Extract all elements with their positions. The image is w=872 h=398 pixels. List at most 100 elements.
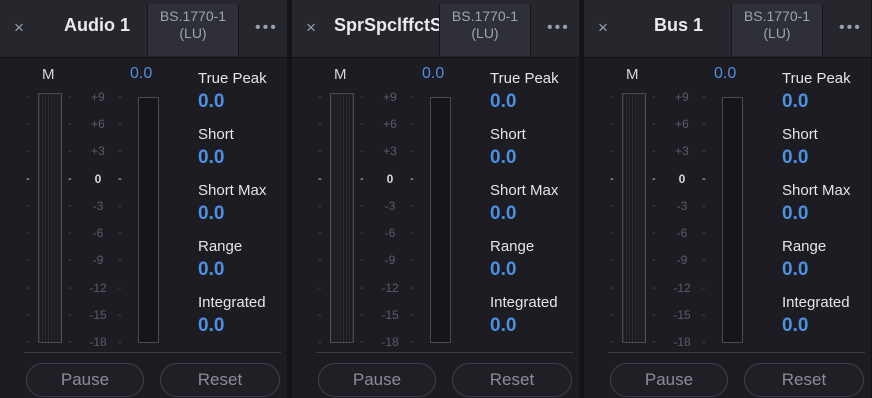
short-label: Short bbox=[198, 126, 234, 143]
scale-tick: - bbox=[118, 309, 122, 321]
meter-panel: × SprSpclffctS BS.1770-1 (LU) ••• M 0.0- - - +9- -… bbox=[292, 0, 579, 398]
scale-tick: - bbox=[652, 91, 656, 103]
scale-tick: - bbox=[26, 309, 30, 321]
scale-label: -9 bbox=[676, 253, 688, 267]
scale-tick: - bbox=[26, 200, 30, 212]
integrated-value: 0.0 bbox=[198, 315, 225, 336]
scale-tick: - bbox=[68, 91, 72, 103]
scale-tick: - bbox=[118, 227, 122, 239]
scale-tick: - bbox=[410, 336, 414, 348]
scale-label: +3 bbox=[91, 144, 105, 158]
more-options-icon[interactable]: ••• bbox=[255, 20, 278, 36]
scale-tick: - bbox=[652, 309, 656, 321]
scale-label: -18 bbox=[89, 335, 107, 349]
scale-tick: - bbox=[118, 254, 122, 266]
scale-tick: - bbox=[118, 118, 122, 130]
scale-tick: - bbox=[360, 336, 364, 348]
scale-tick: - bbox=[702, 227, 706, 239]
scale-tick: - bbox=[702, 254, 706, 266]
scale-tick: - bbox=[610, 227, 614, 239]
scale-tick: - bbox=[118, 336, 122, 348]
scale-tick: - bbox=[652, 200, 656, 212]
scale-tick: - bbox=[702, 309, 706, 321]
scale-label: +3 bbox=[383, 144, 397, 158]
scale-tick: - bbox=[318, 200, 322, 212]
more-options-icon[interactable]: ••• bbox=[547, 20, 570, 36]
scale-label: 0 bbox=[94, 172, 102, 186]
reset-button[interactable]: Reset bbox=[452, 363, 572, 397]
track-title: SprSpclffctS bbox=[334, 15, 443, 35]
scale-tick: - bbox=[68, 282, 72, 294]
meter-panel: × Audio 1 BS.1770-1 (LU) ••• M 0.0- - - +9- - - +6- -… bbox=[0, 0, 287, 398]
standard-name: BS.1770-1 bbox=[159, 8, 227, 24]
meter-value: 0.0 bbox=[714, 65, 737, 82]
short-label: Short bbox=[490, 126, 526, 143]
pause-button[interactable]: Pause bbox=[610, 363, 728, 397]
scale-tick: - bbox=[318, 227, 322, 239]
loudness-meter-window: × Audio 1 BS.1770-1 (LU) ••• M 0.0- - - +9- - - +6- -… bbox=[0, 0, 872, 398]
scale-label: 0 bbox=[386, 172, 394, 186]
scale-tick: - bbox=[652, 145, 656, 157]
close-icon[interactable]: × bbox=[598, 19, 608, 36]
scale-tick: - bbox=[410, 309, 414, 321]
scale-label: -12 bbox=[381, 281, 399, 295]
scale-label: +6 bbox=[383, 117, 397, 131]
scale-tick: - bbox=[318, 336, 322, 348]
scale-tick: - bbox=[360, 173, 364, 185]
scale-label: -15 bbox=[381, 308, 399, 322]
scale-tick: - bbox=[68, 118, 72, 130]
integrated-meter-bar bbox=[722, 97, 743, 343]
scale-tick: - bbox=[318, 309, 322, 321]
scale-tick: - bbox=[702, 145, 706, 157]
scale-tick: - bbox=[610, 91, 614, 103]
range-value: 0.0 bbox=[490, 259, 517, 280]
scale-tick: - bbox=[68, 227, 72, 239]
pause-button[interactable]: Pause bbox=[318, 363, 436, 397]
scale-label: +3 bbox=[675, 144, 689, 158]
scale-tick: - bbox=[702, 200, 706, 212]
scale-tick: - bbox=[118, 91, 122, 103]
meter-mode-label: M bbox=[334, 66, 347, 83]
scale-tick: - bbox=[68, 336, 72, 348]
more-options-icon[interactable]: ••• bbox=[839, 20, 862, 36]
true-peak-value: 0.0 bbox=[198, 91, 225, 112]
true-peak-label: True Peak bbox=[490, 70, 559, 87]
short-max-value: 0.0 bbox=[782, 203, 809, 224]
scale-tick: - bbox=[702, 282, 706, 294]
reset-button[interactable]: Reset bbox=[744, 363, 864, 397]
scale-tick: - bbox=[360, 254, 364, 266]
scale-tick: - bbox=[652, 173, 656, 185]
range-label: Range bbox=[490, 238, 535, 255]
close-icon[interactable]: × bbox=[306, 19, 316, 36]
pause-button[interactable]: Pause bbox=[26, 363, 144, 397]
scale-label: 0 bbox=[678, 172, 686, 186]
integrated-label: Integrated bbox=[490, 294, 558, 311]
short-max-label: Short Max bbox=[782, 182, 851, 199]
scale-tick: - bbox=[318, 173, 322, 185]
short-value: 0.0 bbox=[198, 147, 225, 168]
scale-label: -3 bbox=[676, 199, 688, 213]
scale-label: -18 bbox=[673, 335, 691, 349]
close-icon[interactable]: × bbox=[14, 19, 24, 36]
integrated-value: 0.0 bbox=[490, 315, 517, 336]
standard-selector[interactable]: BS.1770-1 (LU) bbox=[147, 4, 239, 56]
scale-tick: - bbox=[610, 254, 614, 266]
scale-tick: - bbox=[610, 309, 614, 321]
standard-selector[interactable]: BS.1770-1 (LU) bbox=[439, 4, 531, 56]
scale-tick: - bbox=[26, 145, 30, 157]
scale-tick: - bbox=[610, 282, 614, 294]
panel-divider bbox=[608, 352, 865, 353]
panel-header: × Audio 1 BS.1770-1 (LU) ••• bbox=[0, 0, 287, 58]
standard-selector[interactable]: BS.1770-1 (LU) bbox=[731, 4, 823, 56]
standard-unit: (LU) bbox=[179, 25, 207, 41]
standard-unit: (LU) bbox=[471, 25, 499, 41]
scale-label: -12 bbox=[673, 281, 691, 295]
integrated-label: Integrated bbox=[198, 294, 266, 311]
scale-label: -15 bbox=[673, 308, 691, 322]
reset-button[interactable]: Reset bbox=[160, 363, 280, 397]
scale-tick: - bbox=[410, 173, 414, 185]
scale-tick: - bbox=[318, 254, 322, 266]
scale-tick: - bbox=[26, 282, 30, 294]
scale-tick: - bbox=[652, 118, 656, 130]
meter-value: 0.0 bbox=[130, 65, 153, 82]
